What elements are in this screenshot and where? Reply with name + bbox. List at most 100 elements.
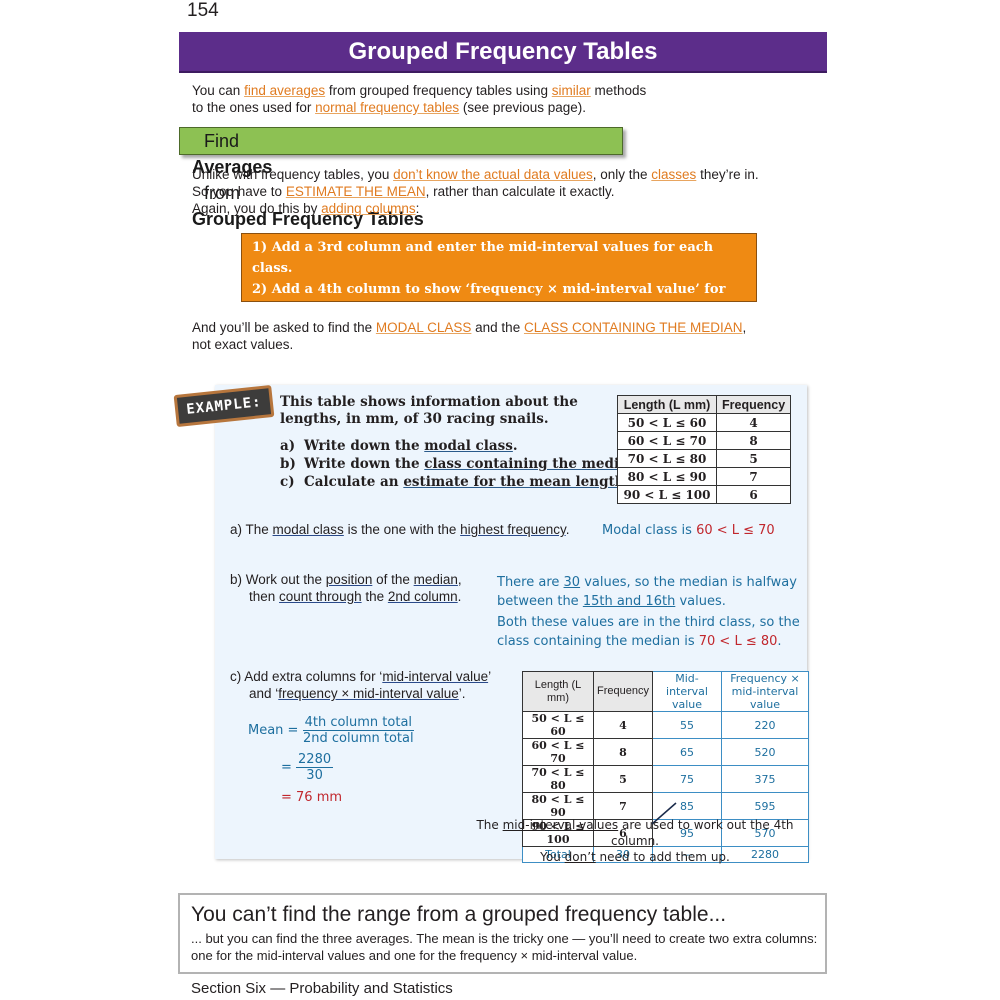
text: are used to work out the 4th column. (611, 818, 794, 848)
text: mid-interval values (502, 818, 619, 832)
text: 15th and 16th (582, 594, 676, 609)
text: . (457, 589, 462, 604)
text: Write down the (304, 456, 425, 472)
text: Find (204, 131, 240, 151)
cell: 4 (593, 711, 653, 739)
question-part-c: c) Calculate an estimate for the mean len… (280, 473, 642, 491)
highlight-find-averages: find averages (244, 83, 326, 98)
answer-b-result: There are 30 values, so the median is ha… (497, 573, 800, 651)
header-freq-times-mid: Frequency × mid-interval value (721, 671, 809, 712)
text: ’ (488, 669, 492, 684)
cell: 375 (721, 765, 809, 793)
mean-formula: Mean = 4th column total 2nd column total (248, 715, 415, 746)
text: values. (675, 594, 726, 609)
cell: 55 (652, 711, 722, 739)
text: need to add them up. (595, 850, 730, 864)
cell: 50 < L ≤ 60 (617, 413, 717, 432)
step-1: 1) Add a 3rd column and enter the mid-in… (252, 240, 714, 276)
text: You (540, 850, 565, 864)
highlight-similar: similar (551, 83, 591, 98)
explanation-paragraph: Unlike with frequency tables, you don’t … (192, 166, 812, 217)
mid-interval-note: The mid-interval values are used to work… (455, 817, 815, 865)
table-row: 50 < L ≤ 60 4 55 220 (522, 711, 809, 739)
text: to the ones used for (192, 100, 316, 115)
median-class-value: 70 < L ≤ 80 (698, 634, 778, 649)
numerator: 2280 (296, 752, 334, 768)
cell: 70 < L ≤ 80 (617, 449, 717, 468)
text: Mean = (248, 723, 303, 738)
text: frequency × mid-interval value (278, 686, 459, 701)
text: Modal class is (602, 523, 697, 538)
text: median (413, 572, 458, 587)
denominator: 30 (306, 768, 323, 783)
snail-frequency-table: Length (L mm) Frequency 50 < L ≤ 60 4 60 <… (617, 395, 792, 504)
step-2: 2) Add a 4th column to show ‘frequency ×… (252, 282, 726, 318)
cell: 595 (721, 792, 809, 820)
text: then (249, 589, 280, 604)
tip-body: ... but you can find the three averages.… (191, 931, 818, 963)
highlight-normal-frequency-tables: normal frequency tables (315, 100, 460, 115)
tip-title: You can’t find the range from a grouped … (191, 903, 727, 926)
cell: 520 (721, 738, 809, 766)
text: position (325, 572, 373, 587)
header-frequency: Frequency (593, 671, 653, 712)
text: and the (471, 320, 524, 335)
mean-result: = 76 mm (281, 790, 343, 805)
text: Both these values are in the third class… (497, 615, 800, 630)
cell: 4 (715, 413, 792, 432)
text: . (512, 438, 518, 454)
text: and ‘ (249, 686, 279, 701)
intro-paragraph: You can find averages from grouped frequ… (192, 82, 812, 116)
cell: 60 < L ≤ 70 (617, 431, 717, 450)
cell: 8 (593, 738, 653, 766)
highlight: adding columns (321, 201, 416, 216)
text: estimate for the mean length (403, 474, 625, 490)
text: : (415, 201, 420, 216)
text: class containing the median (424, 456, 638, 472)
cell: 7 (715, 467, 792, 486)
text: You can (192, 83, 245, 98)
table-row: 60 < L ≤ 70 8 65 520 (522, 738, 809, 766)
text: Unlike with frequency tables, you (192, 167, 394, 182)
text: . (565, 522, 570, 537)
text: So you have to (192, 184, 286, 199)
modal-median-paragraph: And you’ll be asked to find the MODAL CL… (192, 319, 812, 353)
label: c) (280, 474, 295, 490)
text: (see previous page). (459, 100, 586, 115)
header-length: Length (L mm) (522, 671, 594, 712)
text: 30 (563, 575, 581, 590)
cell: 220 (721, 711, 809, 739)
answer-a-explanation: a) The modal class is the one with the h… (230, 522, 569, 537)
text: between the (497, 594, 583, 609)
cell: 80 < L ≤ 90 (522, 792, 594, 820)
cell: 50 < L ≤ 60 (522, 711, 594, 739)
text: of the (372, 572, 414, 587)
text: count through (279, 589, 362, 604)
highlight: classes (651, 167, 697, 182)
table-row: 70 < L ≤ 80 5 (617, 449, 792, 468)
cell: 5 (593, 765, 653, 793)
highlight: don’t know the actual data values (393, 167, 593, 182)
answer-a-result: Modal class is 60 < L ≤ 70 (602, 523, 775, 538)
steps-box: 1) Add a 3rd column and enter the mid-in… (241, 233, 757, 360)
mean-substitution: = 2280 30 (281, 752, 334, 783)
text: c) Add extra columns for ‘ (230, 669, 383, 684)
table-row: 90 < L ≤ 100 6 (617, 485, 792, 504)
denominator: 2nd column total (303, 731, 414, 746)
text: ’. (458, 686, 466, 701)
text: methods (590, 83, 647, 98)
cell: 90 < L ≤ 100 (617, 485, 717, 504)
page-title: Grouped Frequency Tables (348, 38, 658, 65)
modal-class-value: 60 < L ≤ 70 (696, 523, 775, 538)
highlight: MODAL CLASS (375, 320, 472, 335)
text: the (361, 589, 388, 604)
section-footer: Section Six — Probability and Statistics (191, 980, 453, 997)
text: from grouped frequency tables using (325, 83, 552, 98)
header-mid-interval: Mid-interval value (652, 671, 722, 712)
cell: 75 (652, 765, 722, 793)
text: = (281, 760, 297, 775)
cell: 65 (652, 738, 722, 766)
text: highest frequency (460, 522, 566, 537)
text: And you’ll be asked to find the (192, 320, 376, 335)
cell: 5 (715, 449, 792, 468)
